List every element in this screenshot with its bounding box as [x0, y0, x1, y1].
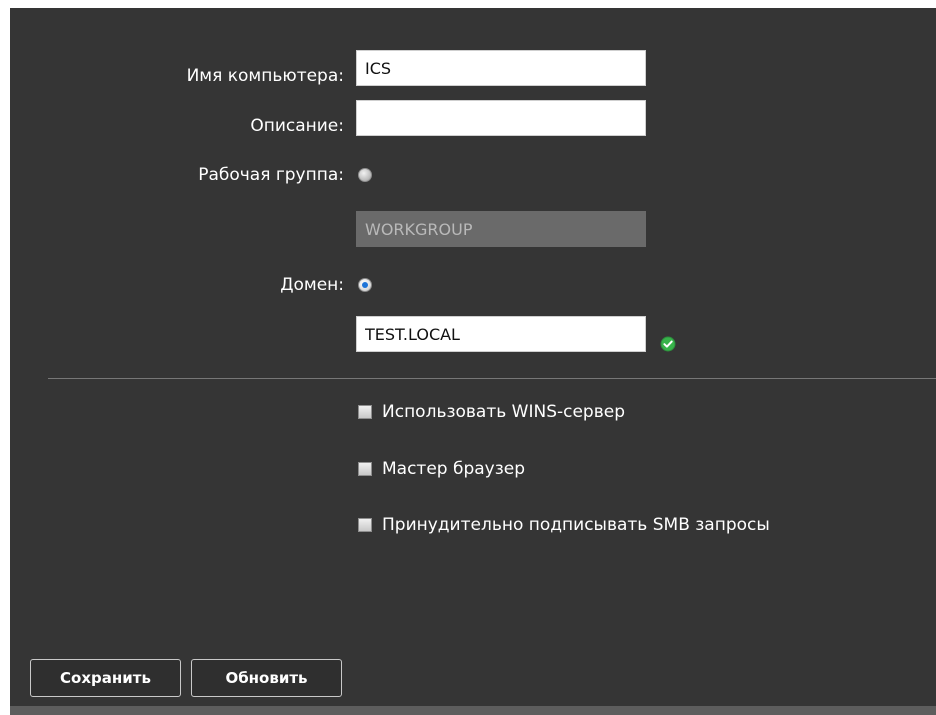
smb-signing-option[interactable]: Принудительно подписывать SMB запросы: [358, 514, 770, 536]
save-button[interactable]: Сохранить: [30, 659, 181, 697]
workgroup-radio[interactable]: [358, 168, 372, 182]
computer-name-label: Имя компьютера:: [186, 66, 344, 86]
description-label: Описание:: [250, 116, 344, 136]
smb-signing-checkbox[interactable]: [358, 518, 372, 532]
section-divider: [48, 378, 936, 379]
domain-radio[interactable]: [358, 278, 372, 292]
refresh-button[interactable]: Обновить: [191, 659, 342, 697]
settings-panel: Имя компьютера: Описание: Рабочая группа…: [10, 8, 936, 706]
computer-name-input[interactable]: [356, 50, 646, 86]
master-browser-option[interactable]: Мастер браузер: [358, 458, 525, 480]
check-circle-icon: [660, 336, 676, 352]
domain-input[interactable]: [356, 316, 646, 352]
smb-signing-checkbox-label: Принудительно подписывать SMB запросы: [382, 515, 770, 535]
master-browser-checkbox[interactable]: [358, 462, 372, 476]
workgroup-label: Рабочая группа:: [198, 165, 344, 185]
wins-option[interactable]: Использовать WINS-сервер: [358, 401, 625, 423]
wins-checkbox-label: Использовать WINS-сервер: [382, 402, 625, 422]
bottom-bar: [10, 706, 936, 715]
workgroup-input: [356, 211, 646, 247]
wins-checkbox[interactable]: [358, 405, 372, 419]
domain-label: Домен:: [280, 275, 344, 295]
description-input[interactable]: [356, 100, 646, 136]
master-browser-checkbox-label: Мастер браузер: [382, 459, 526, 479]
